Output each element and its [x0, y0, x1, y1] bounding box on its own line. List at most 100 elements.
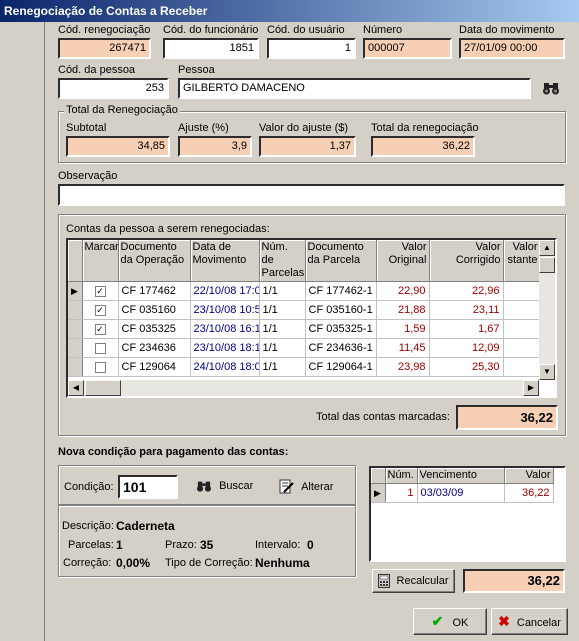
valor-original-cell: 11,45	[376, 338, 430, 358]
recalcular-button[interactable]: Recalcular	[372, 569, 455, 593]
ajuste-field: 3,9	[178, 136, 252, 157]
scroll-thumb[interactable]	[539, 257, 555, 273]
alterar-label: Alterar	[301, 480, 334, 493]
col-num-parcelas[interactable]: Núm. de Parcelas	[259, 240, 306, 282]
condicao-title: Nova condição para pagamento das contas:	[58, 446, 289, 458]
marcar-cell[interactable]: ✓	[82, 281, 119, 301]
cod-usuario-label: Cód. do usuário	[267, 24, 345, 36]
parcelas-cell: 1/1	[259, 357, 306, 377]
marcar-cell[interactable]: ✓	[82, 319, 119, 339]
col-num[interactable]: Núm.	[385, 468, 418, 484]
data-movimento-cell: 23/10/08 16:1	[190, 319, 260, 339]
cancelar-button[interactable]: ✖ Cancelar	[491, 608, 568, 635]
vencimento-cell: 03/03/09	[417, 483, 505, 503]
valor-cell: 36,22	[504, 483, 554, 503]
ok-button[interactable]: ✔ OK	[413, 608, 487, 635]
cod-usuario-field[interactable]: 1	[267, 38, 356, 59]
parcelas-value: 1	[116, 538, 123, 552]
cod-renegociacao-field: 267471	[58, 38, 151, 59]
scroll-right-icon[interactable]: ▶	[523, 380, 539, 396]
ajuste-label: Ajuste (%)	[178, 122, 229, 134]
marcar-checkbox[interactable]	[94, 342, 106, 354]
valor-restante-cell	[503, 300, 541, 320]
parcelas-cell: 1/1	[259, 281, 306, 301]
row-indicator	[68, 300, 83, 320]
recalcular-total-field: 36,22	[463, 569, 565, 593]
window-title-bar: Renegociação de Contas a Receber	[0, 0, 579, 22]
table-row[interactable]: ▶ ✓ CF 177462 22/10/08 17:0 1/1 CF 177462-1 22…	[68, 281, 541, 301]
data-movimento-cell: 23/10/08 18:1	[190, 338, 260, 358]
scroll-left-icon[interactable]: ◀	[68, 380, 84, 396]
col-valor-corrigido[interactable]: Valor Corrigido	[429, 240, 504, 282]
contas-hscrollbar[interactable]: ◀ ▶	[68, 380, 539, 396]
marcar-checkbox[interactable]	[94, 361, 106, 373]
buscar-button[interactable]: Buscar	[196, 479, 253, 493]
marcar-checkbox[interactable]: ✓	[94, 323, 106, 335]
cod-funcionario-label: Cód. do funcionário	[163, 24, 259, 36]
cod-pessoa-field[interactable]: 253	[58, 78, 169, 99]
left-panel	[0, 22, 45, 641]
alterar-button[interactable]: Alterar	[278, 479, 333, 495]
scroll-down-icon[interactable]: ▼	[539, 364, 555, 380]
row-indicator	[68, 338, 83, 358]
col-valor-restante[interactable]: Valor stante	[503, 240, 541, 282]
data-movimento-cell: 22/10/08 17:0	[190, 281, 260, 301]
parcelas-cell: 1/1	[259, 300, 306, 320]
parcelas-grid-corner	[371, 468, 386, 484]
cod-funcionario-field[interactable]: 1851	[163, 38, 259, 59]
valor-restante-cell	[503, 338, 541, 358]
marcar-checkbox[interactable]: ✓	[94, 304, 106, 316]
col-marcar[interactable]: Marcar	[82, 240, 119, 282]
contas-title: Contas da pessoa a serem renegociadas:	[66, 223, 270, 235]
col-vencimento[interactable]: Vencimento	[417, 468, 505, 484]
total-renegociacao-title: Total da Renegociação	[64, 104, 180, 116]
col-valor-original[interactable]: Valor Original	[376, 240, 430, 282]
condicao-label: Condição:	[64, 481, 114, 493]
valor-restante-cell	[503, 357, 541, 377]
table-row[interactable]: ✓ CF 035160 23/10/08 10:5 1/1 CF 035160-1 21,…	[68, 300, 541, 320]
doc-operacao-cell: CF 234636	[118, 338, 191, 358]
doc-parcela-cell: CF 035160-1	[305, 300, 377, 320]
table-row[interactable]: ✓ CF 035325 23/10/08 16:1 1/1 CF 035325-1 1,5…	[68, 319, 541, 339]
total-contas-label: Total das contas marcadas:	[316, 411, 450, 423]
numero-field: 000007	[363, 38, 452, 59]
row-pointer-icon: ▶	[374, 488, 381, 498]
col-data-movimento[interactable]: Data de Movimento	[190, 240, 260, 282]
table-row[interactable]: CF 234636 23/10/08 18:1 1/1 CF 234636-1 11,4…	[68, 338, 541, 358]
recalcular-label: Recalcular	[396, 575, 449, 587]
col-doc-parcela[interactable]: Documento da Parcela	[305, 240, 377, 282]
table-row[interactable]: ▶ 1 03/03/09 36,22	[371, 483, 554, 503]
pessoa-label: Pessoa	[178, 64, 215, 76]
num-cell: 1	[385, 483, 418, 503]
col-doc-operacao[interactable]: Documento da Operação	[118, 240, 191, 282]
marcar-checkbox[interactable]: ✓	[94, 285, 106, 297]
valor-original-cell: 22,90	[376, 281, 430, 301]
subtotal-field: 34,85	[66, 136, 170, 157]
scroll-up-icon[interactable]: ▲	[539, 240, 555, 256]
descricao-label: Descrição:	[62, 520, 114, 532]
binoculars-icon[interactable]	[542, 80, 560, 96]
row-indicator	[68, 319, 83, 339]
valor-corrigido-cell: 12,09	[429, 338, 504, 358]
valor-corrigido-cell: 23,11	[429, 300, 504, 320]
table-row[interactable]: CF 129064 24/10/08 18:0 1/1 CF 129064-1 23,9…	[68, 357, 541, 377]
parcelas-grid[interactable]: Núm. Vencimento Valor ▶ 1 03/03/09 36,22	[369, 466, 566, 562]
window-title: Renegociação de Contas a Receber	[4, 4, 208, 18]
row-indicator: ▶	[68, 281, 83, 301]
col-valor[interactable]: Valor	[504, 468, 554, 484]
contas-grid[interactable]: Marcar Documento da Operação Data de Mov…	[66, 238, 557, 398]
marcar-cell[interactable]	[82, 338, 119, 358]
marcar-cell[interactable]: ✓	[82, 300, 119, 320]
valor-original-cell: 23,98	[376, 357, 430, 377]
row-indicator: ▶	[371, 483, 386, 503]
pessoa-field[interactable]: GILBERTO DAMACENO	[178, 78, 531, 99]
hscroll-thumb[interactable]	[85, 380, 121, 396]
calculator-icon	[378, 574, 391, 589]
marcar-cell[interactable]	[82, 357, 119, 377]
valor-corrigido-cell: 25,30	[429, 357, 504, 377]
doc-parcela-cell: CF 177462-1	[305, 281, 377, 301]
observacao-field[interactable]	[58, 184, 565, 206]
condicao-field[interactable]: 101	[118, 475, 178, 499]
prazo-label: Prazo:	[165, 539, 197, 551]
contas-vscrollbar[interactable]: ▲ ▼	[539, 240, 555, 380]
